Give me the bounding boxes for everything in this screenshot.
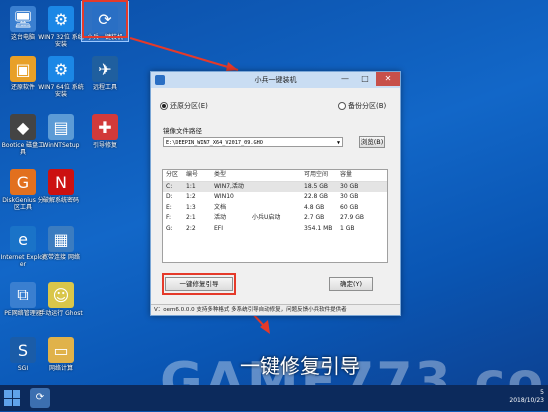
cell: 1:3 [186, 203, 196, 211]
taskbar: ⟳ 5 2018/10/23 [0, 385, 548, 411]
taskbar-app-installer[interactable]: ⟳ [30, 388, 50, 408]
table-row[interactable]: C: 1:1 WIN7,活动 18.5 GB 30 GB [163, 181, 387, 193]
cell: 2:1 [186, 214, 196, 221]
cell: EFI [214, 224, 224, 232]
cell: 1:1 [186, 182, 196, 190]
radio-dot [160, 102, 168, 110]
cell: 2:2 [186, 224, 196, 232]
image-path-select[interactable]: E:\DEEPIN_WIN7_X64_V2017_09.GHO ▼ [163, 137, 343, 147]
cell: 27.9 GB [340, 214, 365, 221]
cell: F: [166, 214, 172, 221]
highlight-xiaobing-icon [82, 0, 128, 38]
table-row[interactable]: F: 2:1 活动 小兵U启动 2.7 GB 27.9 GB [163, 213, 387, 224]
cell: 文档 [214, 203, 227, 211]
caption: 一键修复引导 [240, 354, 360, 378]
col-type: 类型 [214, 171, 227, 178]
maximize-button[interactable]: □ [356, 72, 374, 86]
cell: 30 GB [340, 182, 359, 190]
col-partition: 分区 [166, 171, 179, 178]
restore-radio[interactable]: 还原分区(E) [160, 101, 208, 111]
restore-label: 还原分区(E) [170, 102, 208, 110]
cell: 18.5 GB [304, 182, 329, 190]
col-number: 编号 [186, 171, 199, 178]
cell: 小兵U启动 [252, 214, 281, 221]
col-sub [252, 170, 304, 181]
cell: 30 GB [340, 193, 359, 200]
clock-date: 2018/10/23 [509, 397, 544, 404]
clock[interactable]: 5 2018/10/23 [509, 389, 544, 405]
status-bar: V：oem6.0.0.0 支持多种格式 多系统引导自动修复，问题反馈小兵软件提供… [151, 304, 400, 315]
image-path-value: E:\DEEPIN_WIN7_X64_V2017_09.GHO [166, 140, 263, 146]
radio-dot [338, 102, 346, 110]
backup-radio[interactable]: 备份分区(B) [338, 101, 386, 111]
cell: WIN10 [214, 193, 234, 200]
table-row[interactable]: G: 2:2 EFI 354.1 MB 1 GB [163, 224, 387, 235]
table-row[interactable]: D: 1:2 WIN10 22.8 GB 30 GB [163, 192, 387, 203]
arrow-head [226, 62, 238, 71]
installer-window: 小兵一键装机 — □ ✕ 还原分区(E) 备份分区(B) 镜像文件路径 E:\D… [150, 71, 401, 316]
arrow-to-window [129, 37, 239, 71]
table-row[interactable]: E: 1:3 文档 4.8 GB 60 GB [163, 203, 387, 214]
table-header: 分区 编号 类型 可用空间 容量 [163, 170, 387, 182]
cell [252, 224, 304, 235]
cell: 2.7 GB [304, 214, 325, 221]
close-button[interactable]: ✕ [376, 72, 400, 86]
cell: 1:2 [186, 193, 196, 200]
cell: 4.8 GB [304, 203, 325, 211]
cell [252, 192, 304, 203]
clock-time: 5 [540, 389, 544, 396]
cell: WIN7,活动 [214, 182, 244, 190]
start-button[interactable] [4, 390, 20, 406]
cell: 1 GB [340, 224, 355, 232]
minimize-button[interactable]: — [336, 72, 354, 86]
cell [252, 203, 304, 214]
cell: E: [166, 203, 172, 211]
cell: 354.1 MB [304, 224, 333, 232]
chevron-down-icon: ▼ [336, 140, 340, 146]
cell: 22.8 GB [304, 193, 329, 200]
cell: D: [166, 193, 173, 200]
backup-label: 备份分区(B) [348, 102, 387, 110]
browse-button[interactable]: 浏览(B) [359, 136, 385, 148]
cell: 活动 [214, 214, 227, 221]
col-capacity: 容量 [340, 171, 353, 178]
cell: C: [166, 182, 173, 190]
title-bar[interactable]: 小兵一键装机 — □ ✕ [151, 72, 400, 88]
ok-button[interactable]: 确定(Y) [329, 277, 373, 291]
cell: G: [166, 224, 173, 232]
partition-table: 分区 编号 类型 可用空间 容量 C: 1:1 WIN7,活动 18.5 GB 30 G… [162, 169, 388, 263]
col-free: 可用空间 [304, 171, 329, 178]
image-path-label: 镜像文件路径 [163, 127, 202, 135]
highlight-repair-button [162, 273, 236, 295]
cell: 60 GB [340, 203, 359, 211]
cell [252, 182, 304, 193]
